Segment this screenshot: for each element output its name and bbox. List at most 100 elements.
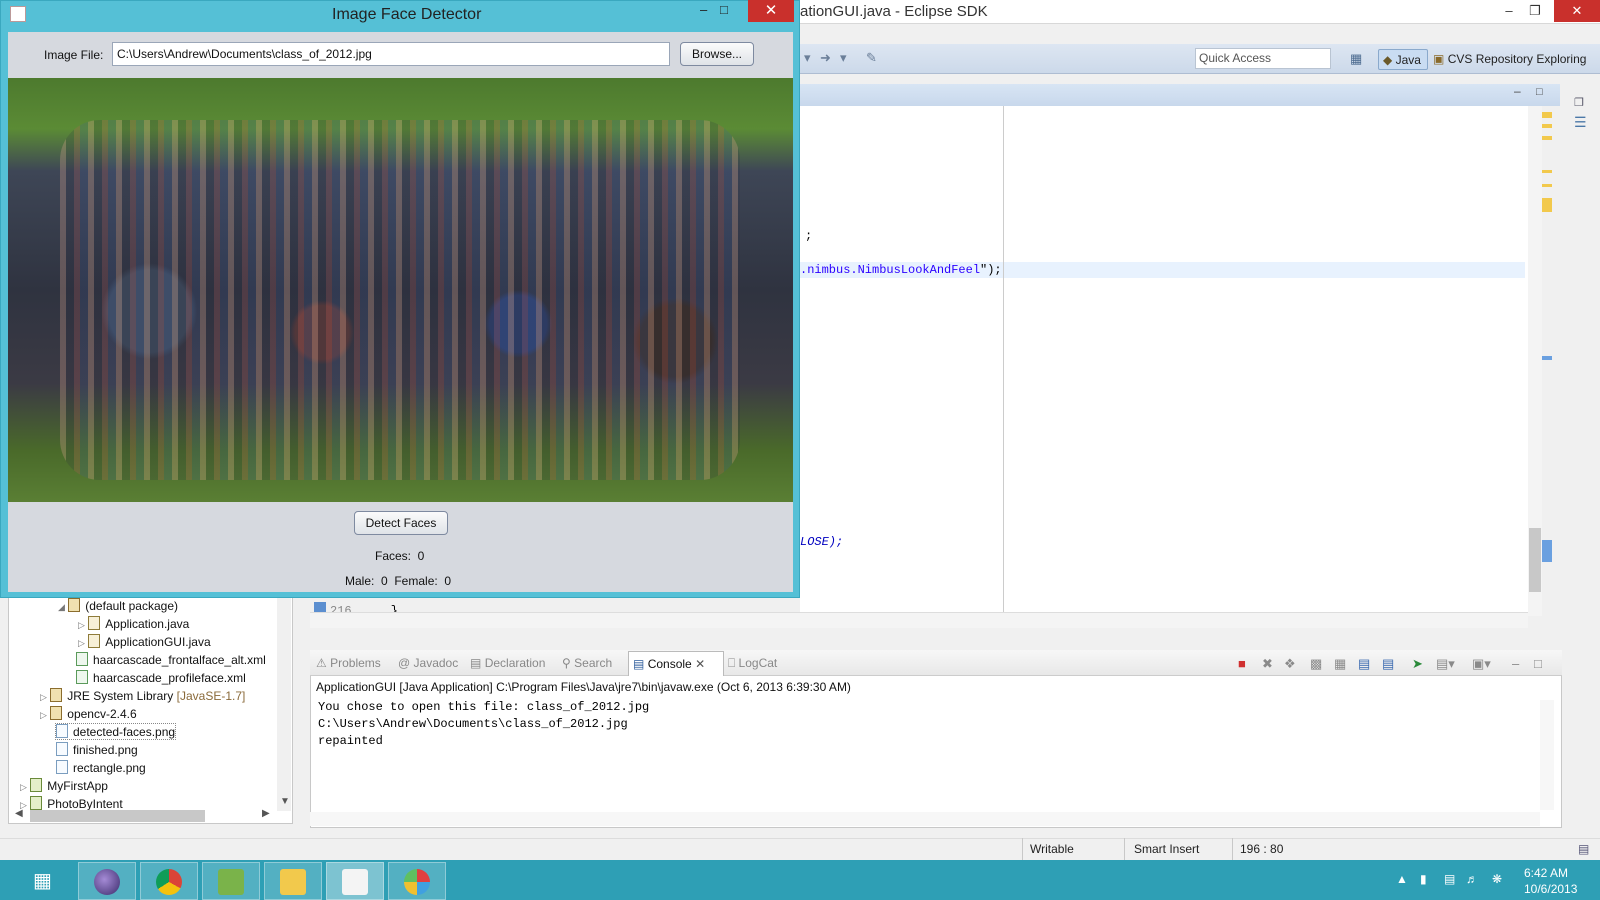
tree-item-profileface-xml[interactable]: haarcascade_profileface.xml [76,670,246,685]
start-icon[interactable]: ▦ [33,870,57,894]
chrome-app-icon [156,869,182,895]
pin-console-icon[interactable]: ➤ [1412,656,1423,672]
taskbar-eclipse-button[interactable] [78,862,136,900]
terminate-icon[interactable]: ■ [1238,656,1246,671]
editor-minimize-button[interactable]: – [1514,84,1521,98]
face-detector-close-button[interactable]: ✕ [748,0,794,22]
detect-faces-button[interactable]: Detect Faces [354,511,448,535]
tree-item-opencv[interactable]: ▷ opencv-2.4.6 [40,706,137,721]
collapsed-arrow-icon[interactable]: ▷ [78,638,85,648]
notepad-app-icon [218,869,244,895]
project-icon [30,796,43,810]
java-app-icon [342,869,368,895]
console-minimize-button[interactable]: – [1512,656,1519,671]
remove-launch-icon[interactable]: ✖ [1262,656,1273,672]
crowd-photo-people [60,120,740,480]
tab-javadoc[interactable]: @ Javadoc [398,656,458,670]
show-stderr-icon[interactable]: ▤ [1382,656,1394,672]
open-perspective-icon[interactable]: ▦ [1350,51,1362,67]
scroll-down-arrow-icon[interactable]: ▼ [280,796,290,807]
package-explorer-h-scroll-thumb[interactable] [30,810,205,822]
taskbar-paint-button[interactable] [388,862,446,900]
perspective-cvs-label: CVS Repository Exploring [1447,52,1587,66]
tab-problems[interactable]: ⚠ Problems [316,656,381,670]
remove-all-icon[interactable]: ❖ [1284,656,1296,672]
tree-item-finished[interactable]: finished.png [56,742,138,757]
eclipse-close-button[interactable]: ✕ [1554,0,1600,22]
tab-search[interactable]: ⚲ Search [562,656,612,670]
clear-console-icon[interactable]: ▩ [1310,656,1322,672]
expanded-arrow-icon[interactable]: ◢ [58,602,65,612]
browse-button[interactable]: Browse... [680,42,754,66]
forward-arrow-icon[interactable]: ➜ [820,50,831,66]
editor-horizontal-scrollbar[interactable] [310,612,1528,628]
image-path-field[interactable]: C:\Users\Andrew\Documents\class_of_2012.… [112,42,670,66]
status-cursor-position: 196 : 80 [1240,842,1284,856]
cvs-perspective-icon: ▣ [1433,52,1445,66]
tab-declaration[interactable]: ▤ Declaration [470,656,545,670]
console-line: C:\Users\Andrew\Documents\class_of_2012.… [318,717,628,731]
tree-item-applicationgui-java[interactable]: ▷ ApplicationGUI.java [78,634,211,649]
clock-date[interactable]: 10/6/2013 [1524,882,1577,896]
scroll-right-arrow-icon[interactable]: ▶ [262,808,270,819]
scroll-lock-icon[interactable]: ▦ [1334,656,1346,672]
show-stdout-icon[interactable]: ▤ [1358,656,1370,672]
outline-view-icon[interactable]: ☰ [1574,114,1587,131]
tab-console[interactable]: ▤ Console ✕ [628,651,724,676]
taskbar-explorer-button[interactable] [264,862,322,900]
network-icon[interactable]: ▤ [1444,872,1455,886]
editor-maximize-button[interactable]: □ [1536,86,1543,98]
dropdown-arrow-icon[interactable]: ▾ [804,50,811,66]
search-icon: ⚲ [562,656,571,670]
restore-view-icon[interactable]: ❐ [1574,96,1584,109]
scroll-left-arrow-icon[interactable]: ◀ [15,808,23,819]
dropdown-arrow-icon[interactable]: ▾ [840,50,847,66]
javadoc-icon: @ [398,656,411,670]
tab-logcat[interactable]: ⎕ LogCat [728,656,777,671]
console-horizontal-scrollbar[interactable] [310,812,1540,826]
tree-item-jre-library[interactable]: ▷ JRE System Library [JavaSE-1.7] [40,688,245,703]
quick-access-input[interactable]: Quick Access [1195,48,1331,69]
code-editor[interactable] [800,106,1528,616]
package-explorer-scrollbar[interactable] [277,597,291,811]
console-line: You chose to open this file: class_of_20… [318,700,650,714]
battery-icon[interactable]: ▮ [1420,872,1427,886]
volume-icon[interactable]: ♬ [1466,872,1478,886]
face-detector-maximize-button[interactable]: □ [720,2,728,17]
eclipse-app-icon [94,869,120,895]
face-detector-minimize-button[interactable]: – [700,2,707,17]
collapsed-arrow-icon[interactable]: ▷ [40,710,47,720]
editor-scroll-thumb[interactable] [1529,528,1541,592]
console-output[interactable]: You chose to open this file: class_of_20… [318,699,649,750]
tree-item-myfirstapp[interactable]: ▷ MyFirstApp [20,778,108,793]
close-icon[interactable]: ✕ [695,657,705,671]
collapsed-arrow-icon[interactable]: ▷ [40,692,47,702]
clock-time[interactable]: 6:42 AM [1524,866,1568,880]
collapsed-arrow-icon[interactable]: ▷ [78,620,85,630]
progress-icon[interactable]: ▤ [1578,842,1589,856]
display-console-icon[interactable]: ▤▾ [1436,656,1455,672]
image-file-icon [56,760,68,774]
tree-item-default-package[interactable]: ◢ (default package) [58,598,178,613]
tree-item-detected-faces[interactable]: detected-faces.png [54,723,177,740]
java-app-icon[interactable] [10,6,26,22]
taskbar-java-button[interactable] [326,862,384,900]
collapsed-arrow-icon[interactable]: ▷ [20,782,27,792]
tree-item-application-java[interactable]: ▷ Application.java [78,616,189,631]
perspective-cvs-button[interactable]: ▣ CVS Repository Exploring [1433,52,1586,66]
java-file-icon [88,616,101,630]
open-console-icon[interactable]: ▣▾ [1472,656,1491,672]
problems-icon: ⚠ [316,656,327,670]
show-hidden-icons-icon[interactable]: ▲ [1396,872,1408,886]
tree-item-photobyintent[interactable]: ▷ PhotoByIntent [20,796,123,811]
console-maximize-button[interactable]: □ [1534,656,1542,671]
tree-item-rectangle[interactable]: rectangle.png [56,760,146,775]
eclipse-restore-button[interactable]: ❐ [1520,0,1550,22]
taskbar-chrome-button[interactable] [140,862,198,900]
taskbar-editor-button[interactable] [202,862,260,900]
pin-editor-icon[interactable]: ✎ [866,50,877,66]
tray-app-icon[interactable]: ❋ [1492,872,1502,886]
tree-item-frontalface-xml[interactable]: haarcascade_frontalface_alt.xml [76,652,266,667]
console-scrollbar[interactable] [1540,700,1554,810]
perspective-java-button[interactable]: ◆ Java [1378,49,1428,70]
